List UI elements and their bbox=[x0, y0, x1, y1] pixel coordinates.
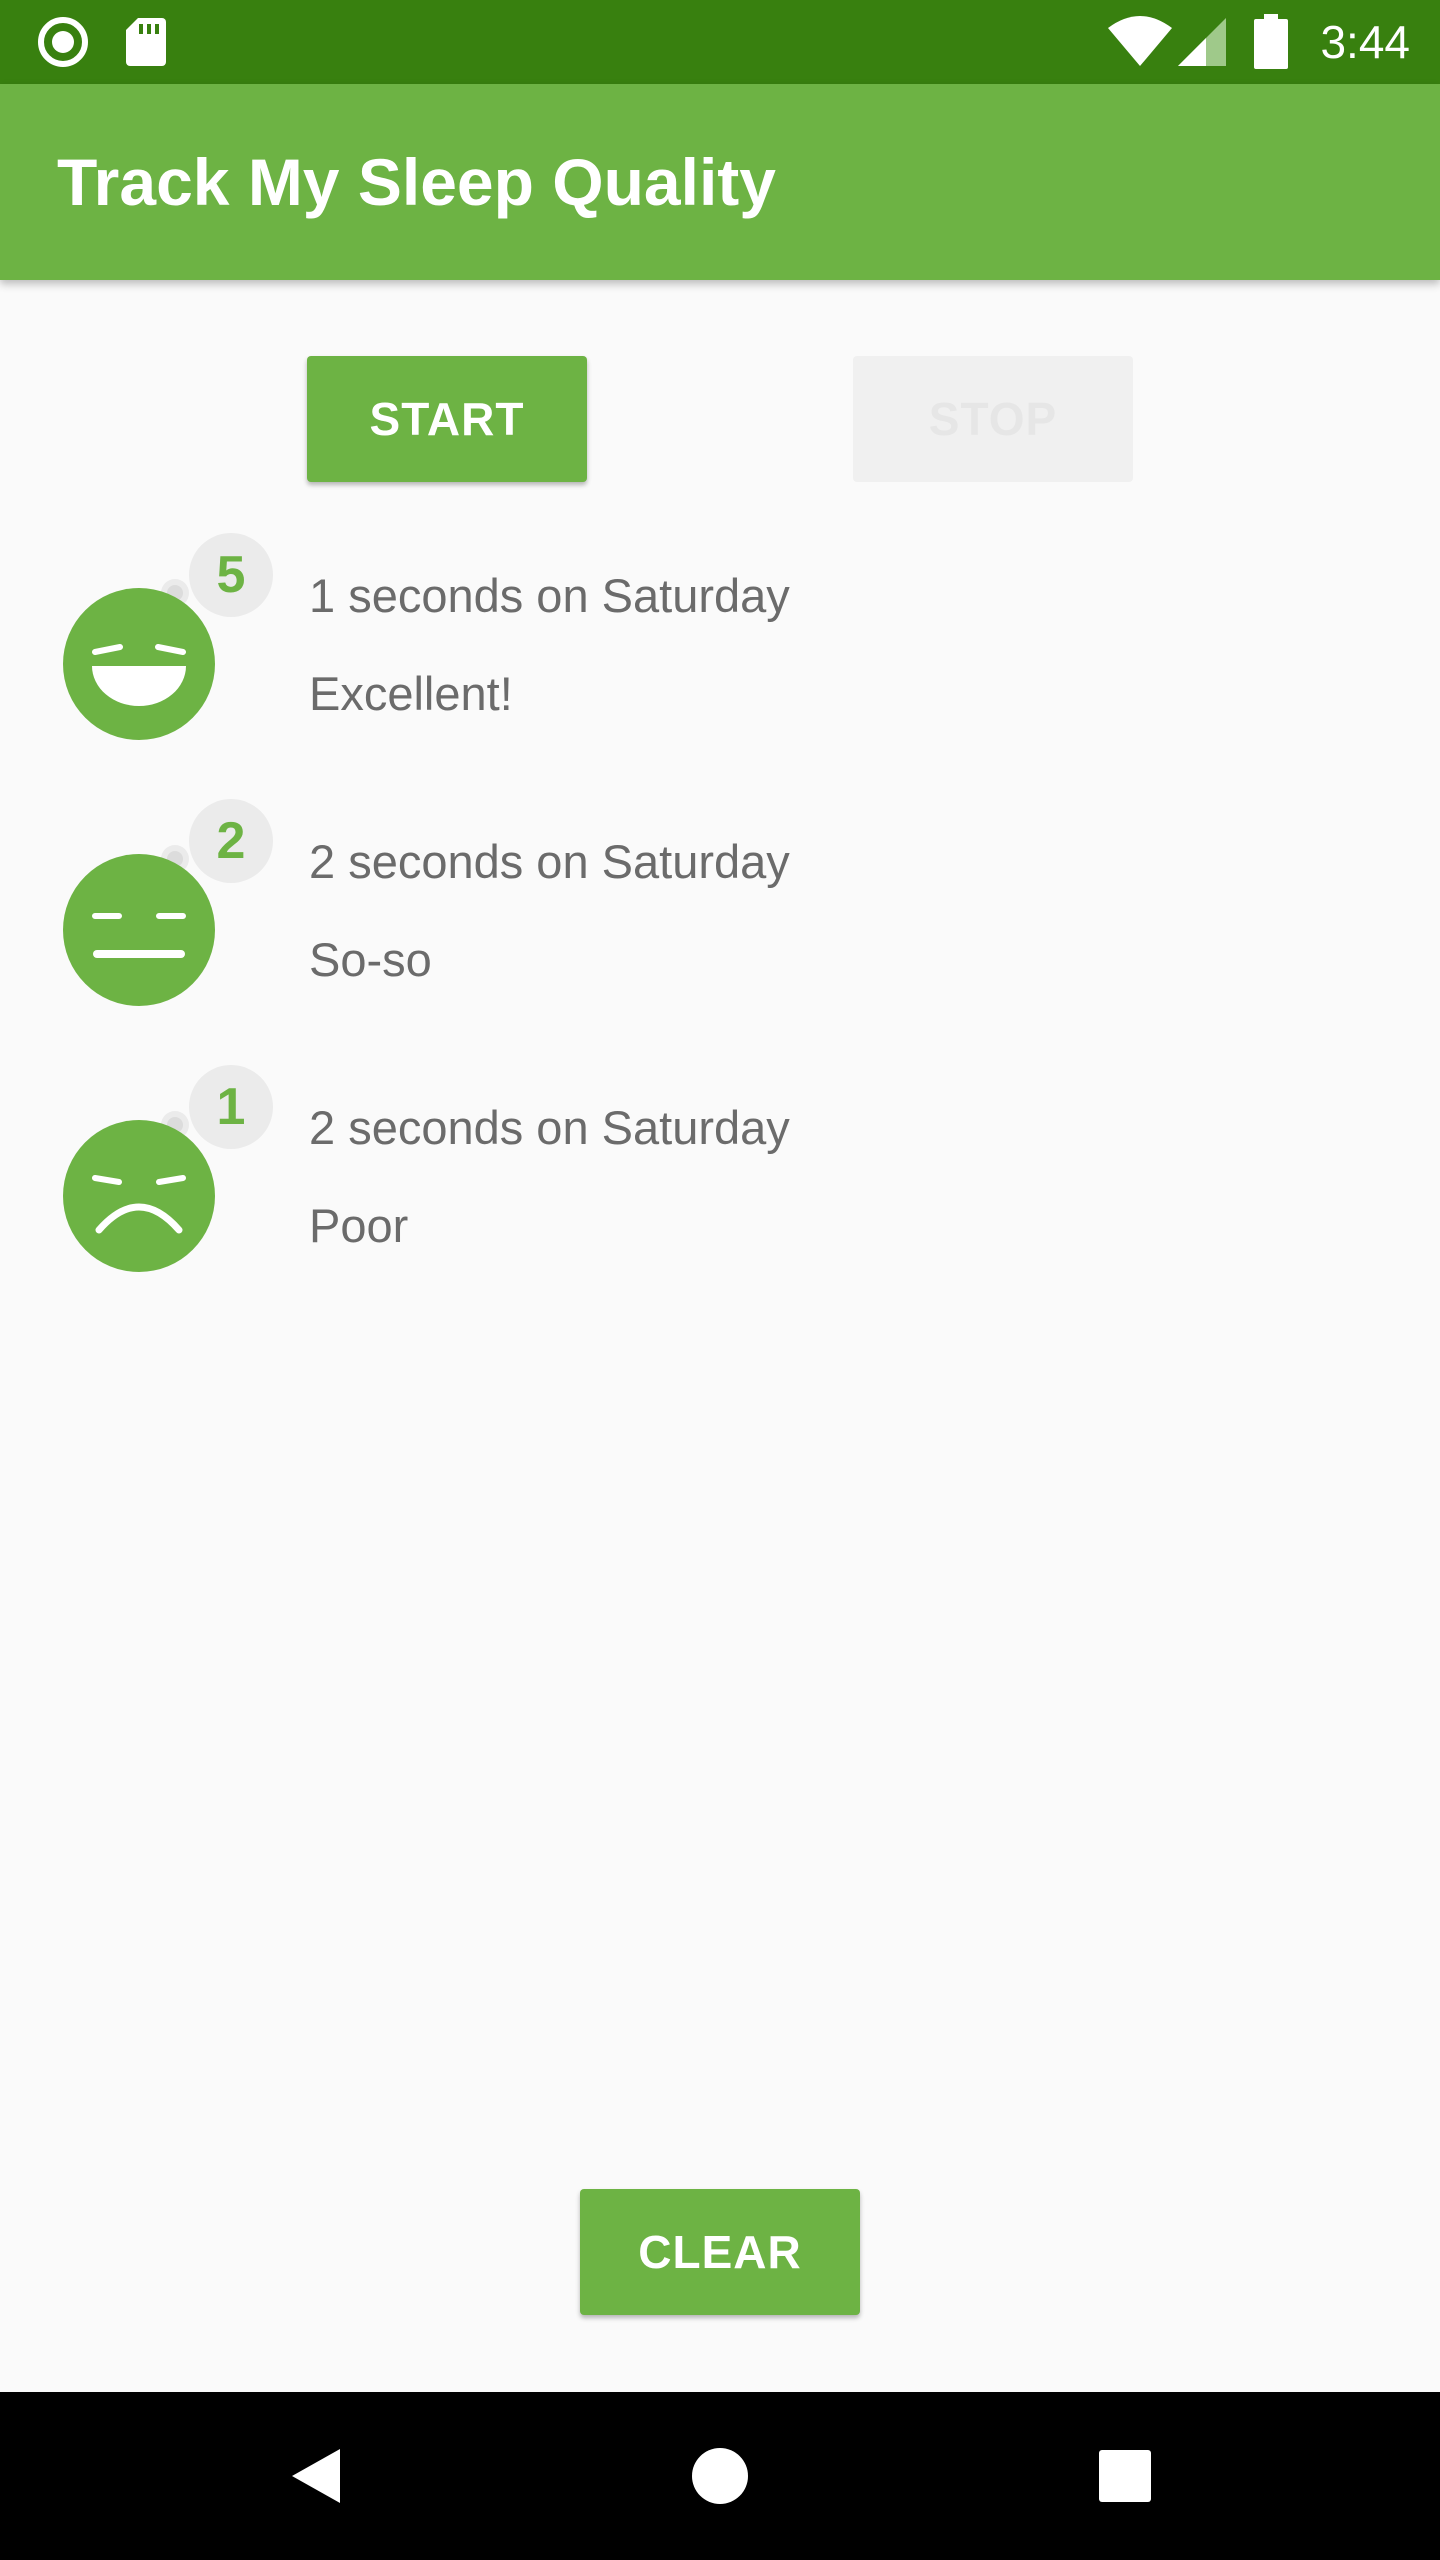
sleep-duration: 1 seconds on Saturday bbox=[309, 569, 790, 622]
sleep-night-item[interactable]: 1 2 seconds on Saturday Poor bbox=[0, 1062, 1440, 1328]
sleep-night-item[interactable]: 2 2 seconds on Saturday So-so bbox=[0, 796, 1440, 1062]
cell-signal-icon bbox=[1176, 0, 1228, 84]
rating-badge: 1 bbox=[217, 1078, 246, 1136]
stop-button[interactable]: STOP bbox=[853, 356, 1133, 482]
neutral-face-icon: 2 bbox=[63, 799, 273, 1006]
battery-icon bbox=[1253, 0, 1289, 84]
clear-button[interactable]: CLEAR bbox=[580, 2189, 860, 2315]
sleep-quality-label: So-so bbox=[309, 933, 432, 986]
home-icon[interactable] bbox=[640, 2392, 800, 2560]
page-title: Track My Sleep Quality bbox=[57, 145, 776, 219]
back-icon[interactable] bbox=[236, 2392, 396, 2560]
sleep-night-item[interactable]: 5 1 seconds on Saturday Excellent! bbox=[0, 530, 1440, 796]
sd-card-icon bbox=[124, 0, 168, 84]
system-nav-bar bbox=[0, 2392, 1440, 2560]
frown-face-icon: 1 bbox=[63, 1065, 273, 1272]
start-button[interactable]: START bbox=[307, 356, 587, 482]
rating-badge: 5 bbox=[217, 546, 246, 604]
wifi-icon bbox=[1107, 0, 1173, 84]
rating-badge: 2 bbox=[217, 812, 246, 870]
status-bar: 3:44 bbox=[0, 0, 1440, 84]
sleep-quality-label: Excellent! bbox=[309, 667, 513, 720]
recents-icon[interactable] bbox=[1045, 2392, 1205, 2560]
record-icon bbox=[36, 0, 90, 84]
sleep-quality-label: Poor bbox=[309, 1199, 409, 1252]
app-bar: Track My Sleep Quality bbox=[0, 84, 1440, 280]
status-clock: 3:44 bbox=[1320, 16, 1410, 68]
sleep-duration: 2 seconds on Saturday bbox=[309, 835, 790, 888]
laughing-face-icon: 5 bbox=[63, 533, 273, 740]
sleep-duration: 2 seconds on Saturday bbox=[309, 1101, 790, 1154]
